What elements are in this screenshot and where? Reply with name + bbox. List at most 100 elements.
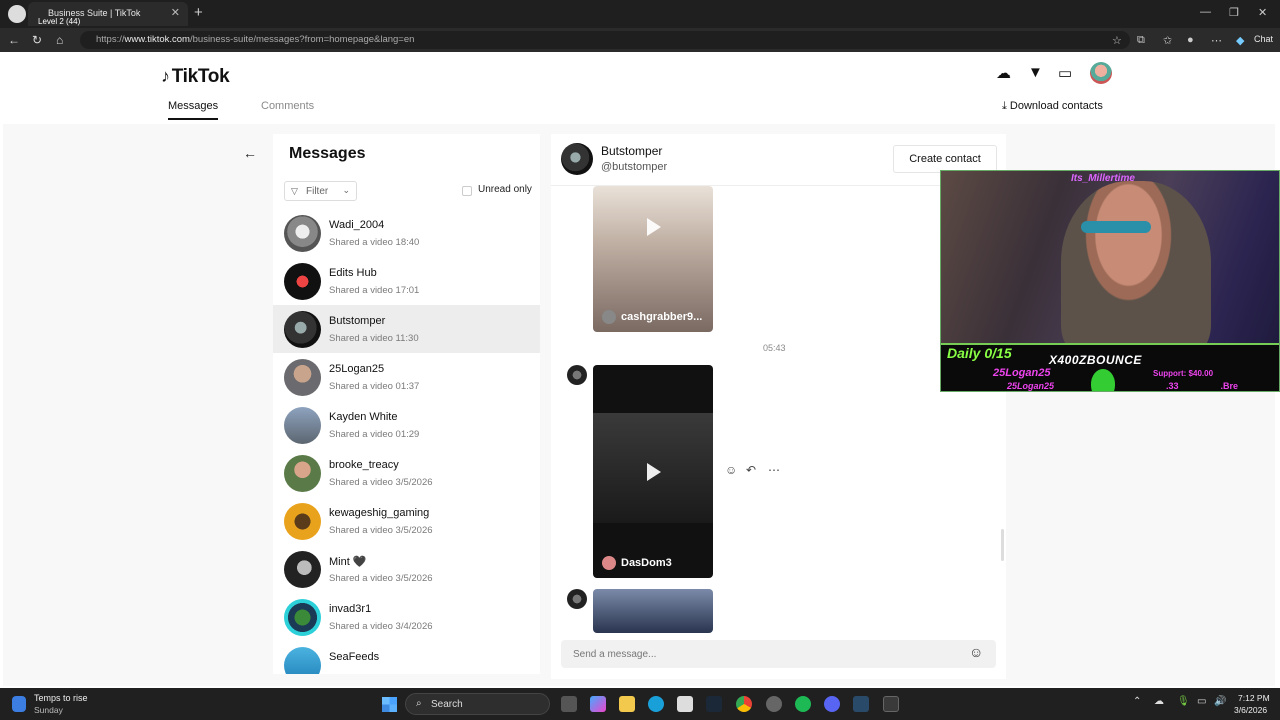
file-explorer-icon[interactable] [619, 696, 635, 712]
network-icon[interactable]: ▭ [1197, 696, 1206, 707]
play-icon[interactable] [647, 218, 661, 236]
shared-video-card[interactable]: cashgrabber9... [593, 186, 713, 332]
search-label: Search [431, 699, 463, 710]
shared-video-card[interactable] [593, 589, 713, 633]
favorite-icon[interactable]: ☆ [1112, 34, 1122, 47]
conversation-item[interactable]: brooke_treacy Shared a video 3/5/2026 [273, 449, 540, 497]
new-tab-icon[interactable]: + [194, 4, 203, 21]
more-icon[interactable]: ⋯ [1211, 34, 1222, 47]
message-input[interactable] [561, 640, 996, 668]
upload-cloud-icon[interactable]: ☁ [996, 64, 1011, 82]
taskbar-search[interactable]: ⌕ Search [405, 693, 550, 715]
copilot-app-icon[interactable] [590, 696, 606, 712]
spotify-icon[interactable] [795, 696, 811, 712]
url-text: https://www.tiktok.com/business-suite/me… [96, 34, 415, 45]
back-arrow-icon[interactable]: ← [243, 145, 257, 161]
account-avatar[interactable] [1090, 62, 1112, 84]
daily-counter: Daily 0/15 [947, 345, 1012, 361]
extensions-icon[interactable]: ⧉ [1137, 34, 1145, 47]
contact-avatar[interactable] [561, 143, 593, 175]
clock-date[interactable]: 3/6/2026 [1234, 705, 1267, 715]
send-filter-icon[interactable]: ▼ [1028, 64, 1043, 81]
conversation-item[interactable]: 25Logan25 Shared a video 01:37 [273, 353, 540, 401]
play-icon[interactable] [647, 463, 661, 481]
messages-list-panel: Messages ▽ Filter ⌄ Unread only Wadi_200… [273, 134, 540, 674]
download-icon: ⤓ [1002, 100, 1010, 112]
close-icon[interactable]: ✕ [171, 6, 180, 19]
conversation-item[interactable]: Edits Hub Shared a video 17:01 [273, 257, 540, 305]
avatar [284, 311, 321, 348]
conversation-item[interactable]: invad3r1 Shared a video 3/4/2026 [273, 593, 540, 641]
overlay-level-text: Level 2 (44) [38, 17, 81, 26]
avatar [284, 647, 321, 674]
url-field[interactable]: https://www.tiktok.com/business-suite/me… [80, 31, 1130, 49]
steam-alt-icon[interactable] [853, 696, 869, 712]
chat-scrollbar[interactable] [1001, 529, 1004, 561]
react-icon[interactable]: ☺ [725, 463, 737, 477]
windows-start-icon[interactable] [382, 697, 397, 712]
unread-only-label[interactable]: Unread only [478, 184, 532, 195]
minimize-icon[interactable]: — [1200, 6, 1211, 18]
conversation-preview: Shared a video 18:40 [329, 237, 420, 248]
conversation-item[interactable]: kewageshig_gaming Shared a video 3/5/202… [273, 497, 540, 545]
refresh-icon[interactable]: ↻ [32, 33, 42, 47]
maximize-icon[interactable]: ❐ [1229, 6, 1239, 19]
shared-video-card[interactable]: DasDom3 [593, 365, 713, 578]
mic-icon[interactable]: 🎙 [1177, 696, 1190, 707]
tiktok-note-icon: ♪ [161, 66, 170, 86]
unread-only-checkbox[interactable] [462, 186, 472, 196]
conversation-item[interactable]: SeaFeeds [273, 641, 540, 674]
chevron-up-icon[interactable]: ⌃ [1133, 696, 1141, 707]
task-view-icon[interactable] [561, 696, 577, 712]
avatar [284, 407, 321, 444]
reply-icon[interactable]: ↶ [746, 463, 756, 477]
copilot-icon[interactable]: ◆ [1236, 34, 1244, 47]
conversation-preview: Shared a video 3/5/2026 [329, 573, 433, 584]
back-icon[interactable]: ← [8, 33, 20, 47]
conversation-item[interactable]: Wadi_2004 Shared a video 18:40 [273, 209, 540, 257]
app-icon[interactable] [766, 696, 782, 712]
edge-icon[interactable] [648, 696, 664, 712]
chat-label[interactable]: Chat [1254, 34, 1273, 44]
discord-icon[interactable] [824, 696, 840, 712]
profile-icon[interactable]: ● [1187, 34, 1194, 46]
tab-comments[interactable]: Comments [261, 100, 314, 112]
weather-day: Sunday [34, 705, 63, 715]
tab-messages[interactable]: Messages [168, 100, 219, 120]
weather-text[interactable]: Temps to rise [34, 693, 88, 703]
conversation-preview: Shared a video 11:30 [329, 333, 419, 344]
favorites-icon[interactable]: ✩ [1163, 34, 1172, 47]
more-icon[interactable]: ⋯ [768, 463, 780, 477]
filter-button[interactable]: ▽ Filter ⌄ [284, 181, 357, 201]
close-window-icon[interactable]: ✕ [1258, 6, 1267, 19]
webcam-line1: 25Logan25 [993, 367, 1051, 379]
steam-icon[interactable] [706, 696, 722, 712]
cloud-icon[interactable]: ☁ [1154, 696, 1164, 707]
clock-time[interactable]: 7:12 PM [1238, 693, 1270, 703]
tiktok-logo[interactable]: ♪ TikTok [161, 66, 230, 88]
emoji-icon[interactable]: ☺ [969, 644, 983, 660]
download-contacts-button[interactable]: ⤓ Download contacts [1002, 100, 1103, 113]
support-amount: Support: $40.00 [1153, 369, 1214, 378]
taskbar: Temps to rise Sunday ⌕ Search ⌃ ☁ 🎙 ▭ 🔊 … [0, 688, 1280, 720]
conversation-item[interactable]: Mint 🖤 Shared a video 3/5/2026 [273, 545, 540, 593]
create-contact-button[interactable]: Create contact [893, 145, 997, 173]
webcam-overlay: Its_Millertime Daily 0/15 X400ZBOUNCE 25… [940, 170, 1280, 392]
volume-icon[interactable]: 🔊 [1214, 696, 1226, 707]
message-icon[interactable]: ▭ [1058, 64, 1072, 82]
messages-title: Messages [289, 145, 366, 162]
avatar [284, 551, 321, 588]
home-icon[interactable]: ⌂ [56, 33, 63, 47]
conversation-item[interactable]: Butstomper Shared a video 11:30 [273, 305, 540, 353]
conversation-item[interactable]: Kayden White Shared a video 01:29 [273, 401, 540, 449]
alien-icon [1091, 369, 1115, 391]
app-logo-icon [8, 5, 26, 23]
chrome-icon[interactable] [736, 696, 752, 712]
webcam-top-text: Its_Millertime [1071, 173, 1135, 184]
avatar [284, 215, 321, 252]
store-icon[interactable] [677, 696, 693, 712]
app-icon[interactable] [883, 696, 899, 712]
weather-icon[interactable] [12, 696, 26, 712]
contact-handle: @butstomper [601, 161, 668, 173]
chevron-down-icon: ⌄ [342, 185, 350, 195]
